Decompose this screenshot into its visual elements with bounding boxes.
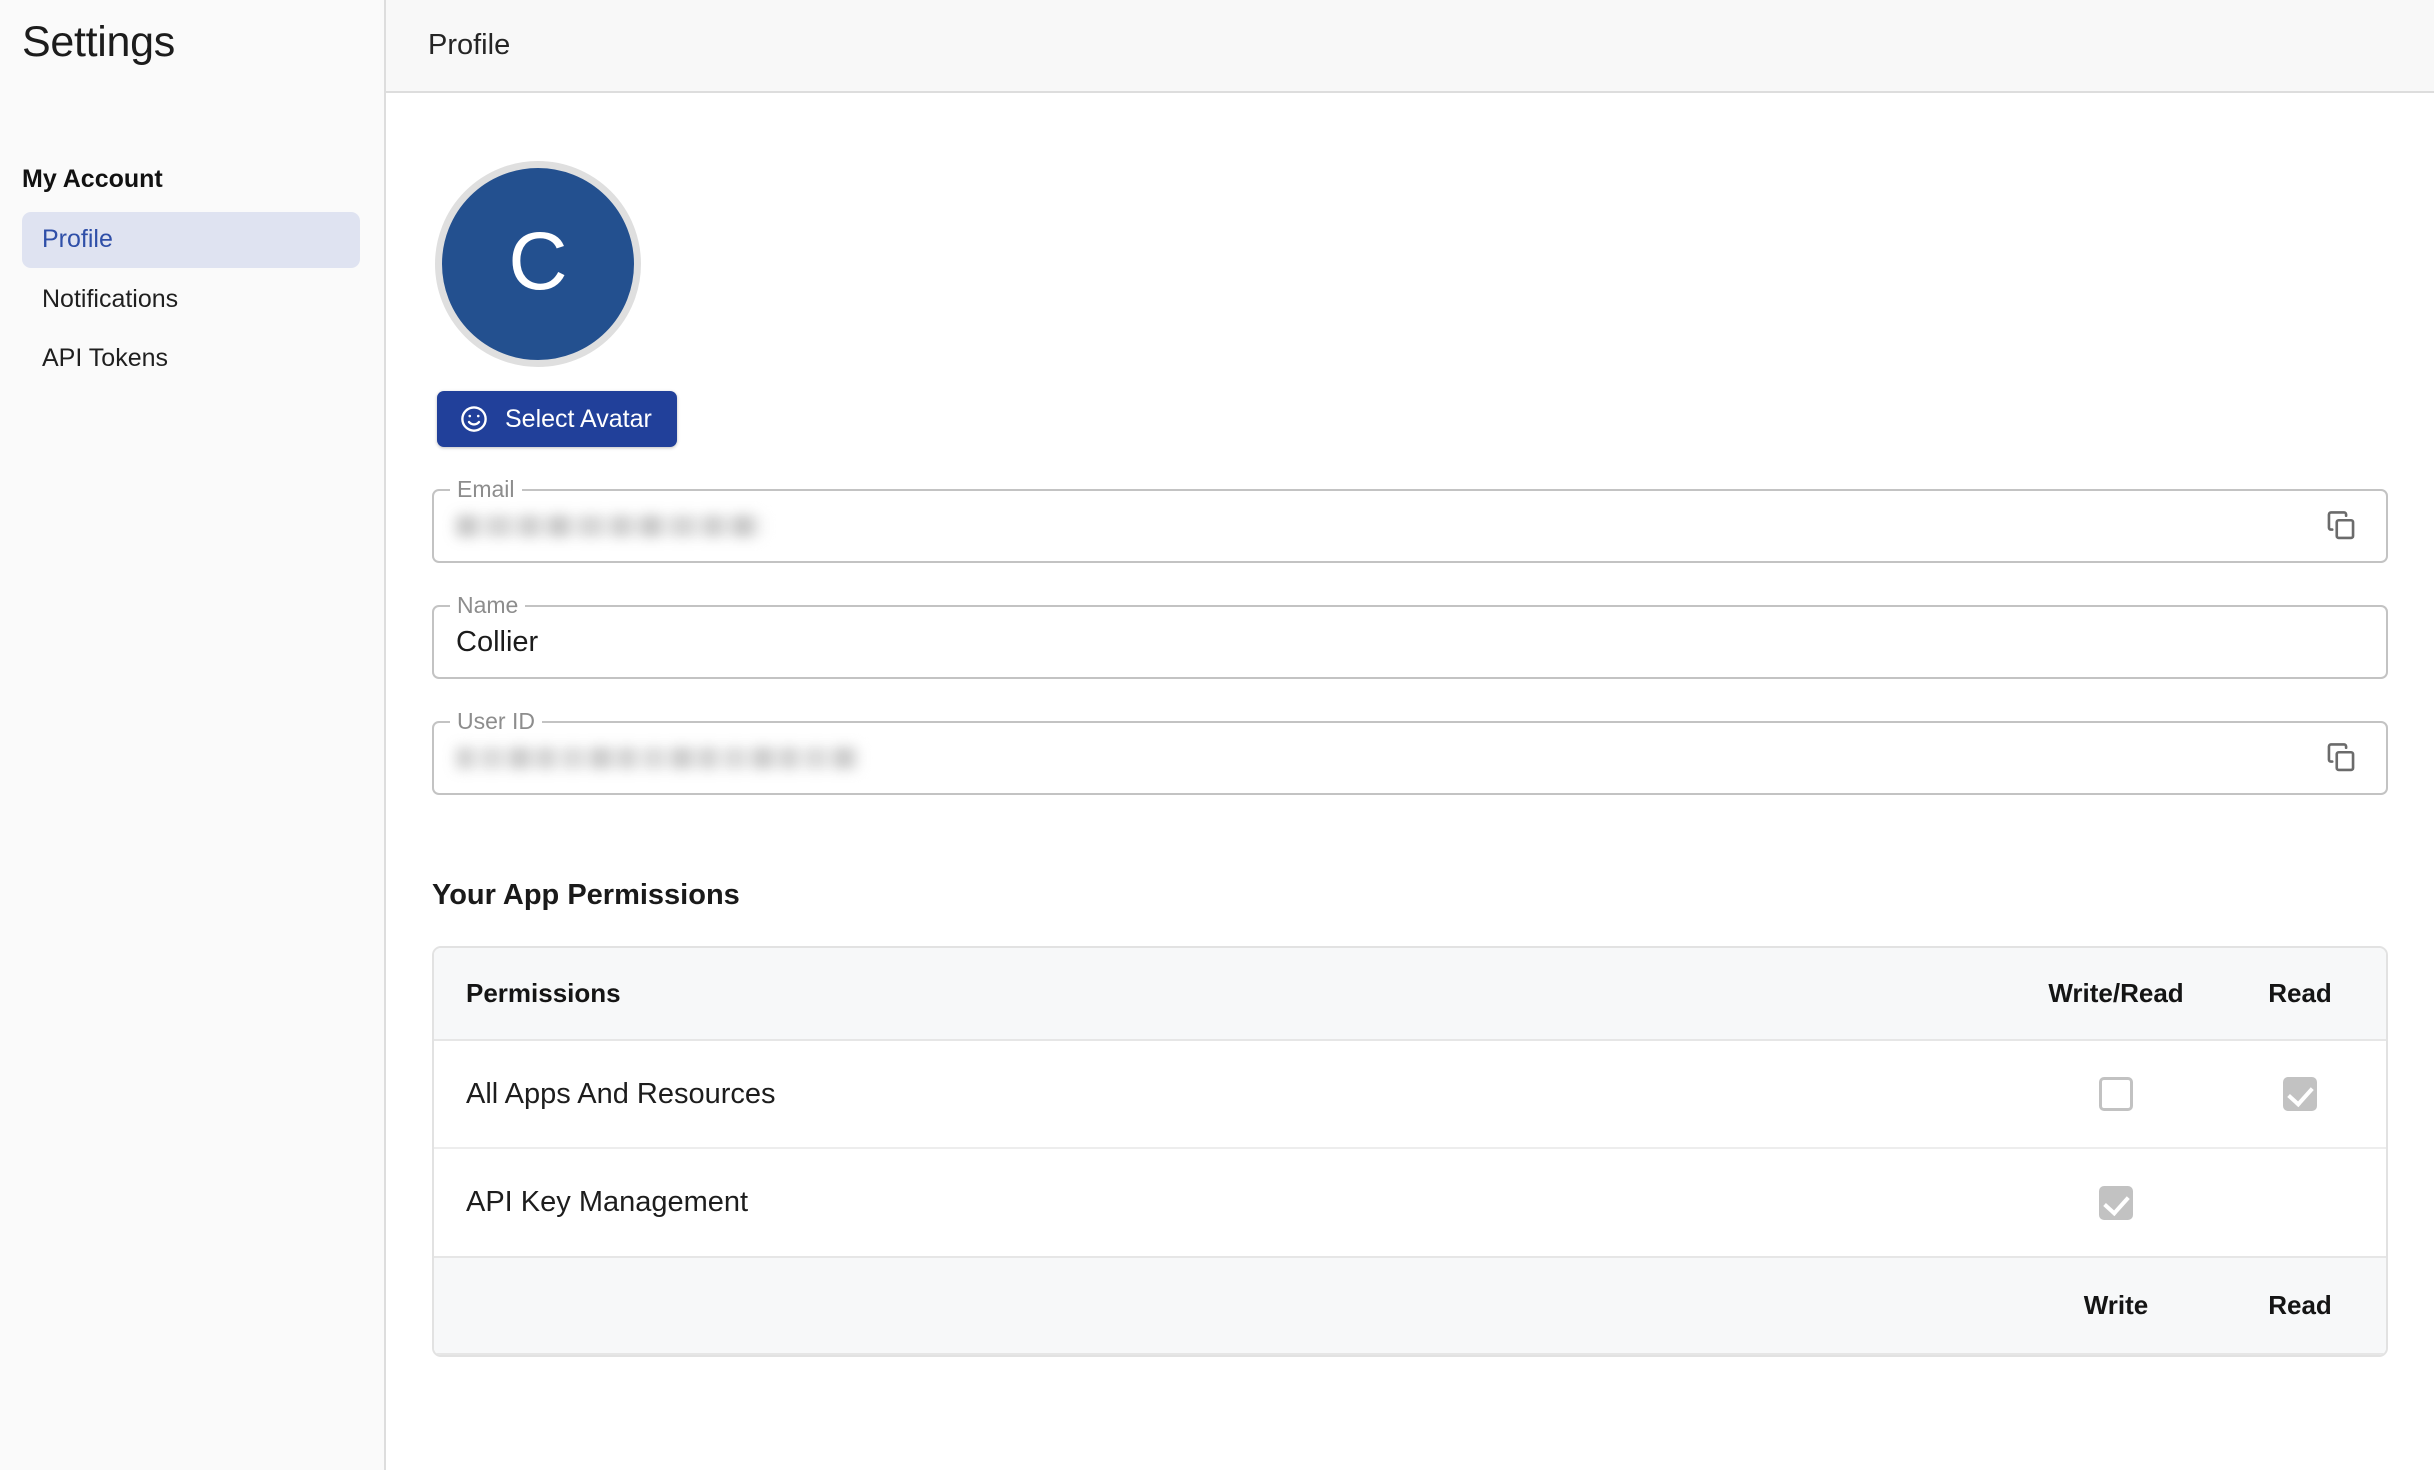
permissions-table-body: All Apps And Resources API Key Managemen… (434, 1040, 2386, 1258)
sidebar-item-label: API Tokens (42, 344, 169, 372)
sidebar: Settings My Account Profile Notification… (0, 0, 386, 1470)
permission-name: API Key Management (434, 1148, 2018, 1258)
email-field-value-redacted (456, 515, 763, 537)
permission-write-read-cell (2018, 1040, 2214, 1150)
column-header-read: Read (2214, 948, 2386, 1041)
checkbox-write-read[interactable] (2099, 1185, 2133, 1220)
avatar-block: C Select Avatar (432, 93, 2388, 447)
copy-icon (2324, 508, 2358, 545)
permissions-table-header: Permissions Write/Read Read (434, 948, 2386, 1041)
permission-read-cell (2214, 1040, 2386, 1150)
permission-read-cell (2214, 1148, 2386, 1258)
sidebar-title: Settings (22, 18, 175, 66)
user-id-field[interactable]: User ID (432, 710, 2388, 795)
name-field-label: Name (450, 594, 526, 617)
select-avatar-button[interactable]: Select Avatar (437, 391, 677, 447)
permissions-table-subheader: Write Read (434, 1256, 2386, 1355)
copy-email-button[interactable] (2318, 502, 2364, 551)
subcolumn-header-write: Write (2018, 1256, 2214, 1355)
email-field-wrapper: Email (432, 478, 2388, 563)
email-field[interactable]: Email (432, 478, 2388, 563)
profile-content: C Select Avatar Email Name Collier User … (386, 93, 2434, 1357)
permissions-table: Permissions Write/Read Read All Apps And… (434, 948, 2386, 1355)
settings-page: Settings My Account Profile Notification… (0, 0, 2434, 1470)
permissions-card: Permissions Write/Read Read All Apps And… (432, 946, 2388, 1357)
permissions-heading: Your App Permissions (432, 879, 740, 911)
page-title: Profile (428, 29, 511, 61)
user-id-field-wrapper: User ID (432, 710, 2388, 795)
copy-user-id-button[interactable] (2318, 734, 2364, 783)
user-id-field-label: User ID (450, 710, 542, 733)
sidebar-item-api-tokens[interactable]: API Tokens (22, 331, 360, 387)
sidebar-nav: Profile Notifications API Tokens (0, 212, 384, 387)
sidebar-item-notifications[interactable]: Notifications (22, 272, 360, 328)
email-field-label: Email (450, 478, 522, 501)
select-avatar-label: Select Avatar (505, 404, 652, 433)
checkbox-read[interactable] (2283, 1077, 2317, 1112)
sidebar-item-profile[interactable]: Profile (22, 212, 360, 268)
name-field-wrapper: Name Collier (432, 594, 2388, 679)
topbar: Profile (386, 0, 2434, 93)
column-header-write-read: Write/Read (2018, 948, 2214, 1041)
copy-icon (2324, 740, 2358, 777)
table-header-row: Permissions Write/Read Read (434, 948, 2386, 1041)
checkbox-write-read[interactable] (2099, 1077, 2133, 1112)
table-subheader-row: Write Read (434, 1256, 2386, 1355)
avatar[interactable]: C (435, 161, 641, 367)
sidebar-item-label: Profile (42, 225, 113, 253)
permission-name: All Apps And Resources (434, 1040, 2018, 1150)
sidebar-item-label: Notifications (42, 284, 179, 313)
column-header-permissions: Permissions (434, 948, 2018, 1041)
name-field[interactable]: Name Collier (432, 594, 2388, 679)
subcolumn-header-blank (434, 1256, 2018, 1355)
table-row: All Apps And Resources (434, 1040, 2386, 1150)
avatar-initial: C (508, 216, 568, 307)
smiley-face-icon (459, 404, 489, 434)
sidebar-group-my-account: My Account (22, 165, 163, 193)
table-row: API Key Management (434, 1148, 2386, 1258)
permission-write-read-cell (2018, 1148, 2214, 1258)
name-field-value: Collier (456, 625, 539, 658)
user-id-field-value-redacted (456, 747, 860, 769)
subcolumn-header-read: Read (2214, 1256, 2386, 1355)
main-content: Profile C Select Avatar Email Name Colli… (386, 0, 2434, 1470)
